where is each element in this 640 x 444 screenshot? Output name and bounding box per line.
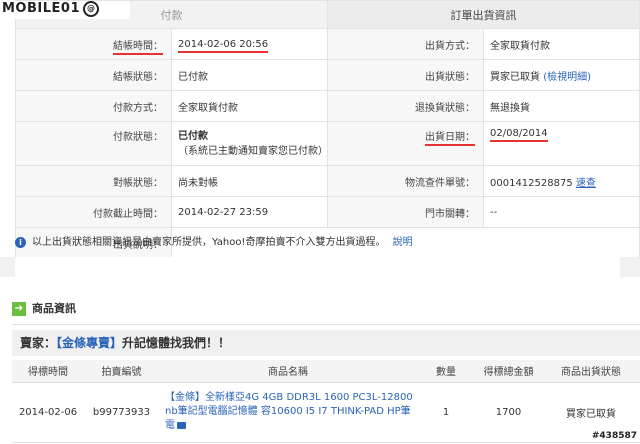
product-table-header: 得標時間 拍賣編號 商品名稱 數量 得標總金額 商品出貨狀態	[12, 360, 640, 383]
logo-text: MOBILE01	[2, 1, 80, 16]
reconcile-status-label: 對帳狀態：	[15, 165, 172, 197]
tracking-number-value: 0001412528875	[490, 177, 573, 189]
checkout-status-label: 結帳狀態：	[15, 59, 172, 91]
return-status-label: 退換貨狀態：	[327, 90, 484, 122]
checkout-status-value: 已付款	[171, 59, 328, 91]
ship-method-label: 出貨方式：	[327, 28, 484, 60]
order-row: 付款截止時間： 2014-02-27 23:59 門市關轉： --	[15, 196, 640, 228]
seller-slogan: 升記憶體找我們！！	[122, 336, 231, 350]
col-ship-status: 商品出貨狀態	[542, 360, 640, 383]
order-row: 付款狀態： 已付款 （系統已主動通知賣家您已付款） 出貨日期： 02/08/20…	[15, 121, 640, 166]
table-row: 2014-02-06 b99773933 【金條】全新樣亞4G 4GB DDR3…	[12, 382, 640, 443]
payment-method-value: 全家取貨付款	[171, 90, 328, 122]
payment-deadline-label: 付款截止時間：	[15, 196, 172, 228]
arrow-right-icon: ➔	[12, 302, 26, 316]
return-status-value: 無退換貨	[483, 90, 640, 122]
logo-symbol-icon: @	[83, 1, 100, 17]
quantity-cell: 1	[417, 382, 475, 443]
seller-store-link[interactable]: 【金條專賣】	[56, 336, 122, 350]
product-name-link[interactable]: 【金條】全新樣亞4G 4GB DDR3L 1600 PC3L-12800 nb筆…	[165, 392, 413, 431]
ship-date-value: 02/08/2014	[490, 128, 548, 142]
notice-text: 以上出貨狀態相關資訊是由賣家所提供，Yahoo!奇摩拍賣不介入雙方出貨過程。	[32, 237, 386, 248]
shipping-header: 訂單出貨資訊	[327, 0, 640, 29]
reconcile-status-value: 尚未對帳	[171, 165, 328, 197]
order-info-table: 付款 訂單出貨資訊 結帳時間： 2014-02-06 20:56 出貨方式： 全…	[15, 0, 640, 259]
product-section-title: ➔ 商品資訊	[12, 300, 76, 318]
seller-bar: 賣家：【金條專賣】升記憶體找我們！！	[12, 330, 640, 356]
mobile01-logo: MOBILE01 @	[2, 1, 130, 19]
ship-date-label: 出貨日期：	[425, 132, 475, 146]
bid-time-cell: 2014-02-06	[12, 382, 84, 443]
store-transfer-label: 門市關轉：	[327, 196, 484, 228]
section-divider	[0, 257, 640, 277]
checkout-time-label: 結帳時間：	[113, 40, 163, 55]
payment-status-note: （系統已主動通知賣家您已付款）	[178, 145, 328, 157]
ship-status-value: 買家已取貨	[490, 71, 540, 83]
payment-method-label: 付款方式：	[15, 90, 172, 122]
payment-status-label: 付款狀態：	[15, 121, 172, 166]
shipping-notice: i 以上出貨狀態相關資訊是由賣家所提供，Yahoo!奇摩拍賣不介入雙方出貨過程。 …	[15, 233, 640, 253]
quick-track-link[interactable]: 速查	[576, 178, 596, 189]
info-icon: i	[15, 236, 26, 248]
product-table: 得標時間 拍賣編號 商品名稱 數量 得標總金額 商品出貨狀態 2014-02-0…	[12, 360, 640, 443]
order-row: 付款方式： 全家取貨付款 退換貨狀態： 無退換貨	[15, 90, 640, 122]
col-bid-time: 得標時間	[12, 360, 84, 383]
seller-prefix: 賣家：	[20, 336, 57, 350]
photo-icon	[177, 421, 186, 429]
col-auction-id: 拍賣編號	[84, 360, 159, 383]
order-row: 結帳時間： 2014-02-06 20:56 出貨方式： 全家取貨付款	[15, 28, 640, 60]
notice-help-link[interactable]: 說明	[393, 237, 413, 248]
col-quantity: 數量	[417, 360, 475, 383]
order-row: 對帳狀態： 尚未對帳 物流查件單號： 0001412528875 速查	[15, 165, 640, 197]
col-product-name: 商品名稱	[159, 360, 417, 383]
ship-method-value: 全家取貨付款	[483, 28, 640, 60]
auction-id-cell: b99773933	[84, 382, 159, 443]
watermark: #438587	[591, 431, 637, 441]
tracking-number-label: 物流查件單號：	[327, 165, 484, 197]
view-details-link[interactable]: (檢視明細)	[543, 72, 591, 83]
section-rule	[12, 324, 640, 325]
store-transfer-value: --	[483, 196, 640, 228]
order-row: 結帳狀態： 已付款 出貨狀態： 買家已取貨 (檢視明細)	[15, 59, 640, 91]
payment-status-value: 已付款	[178, 130, 208, 142]
payment-deadline-value: 2014-02-27 23:59	[171, 196, 328, 228]
col-total-amount: 得標總金額	[475, 360, 542, 383]
amount-cell: 1700	[475, 382, 542, 443]
checkout-time-value: 2014-02-06 20:56	[178, 38, 269, 53]
ship-status-label: 出貨狀態：	[327, 59, 484, 91]
